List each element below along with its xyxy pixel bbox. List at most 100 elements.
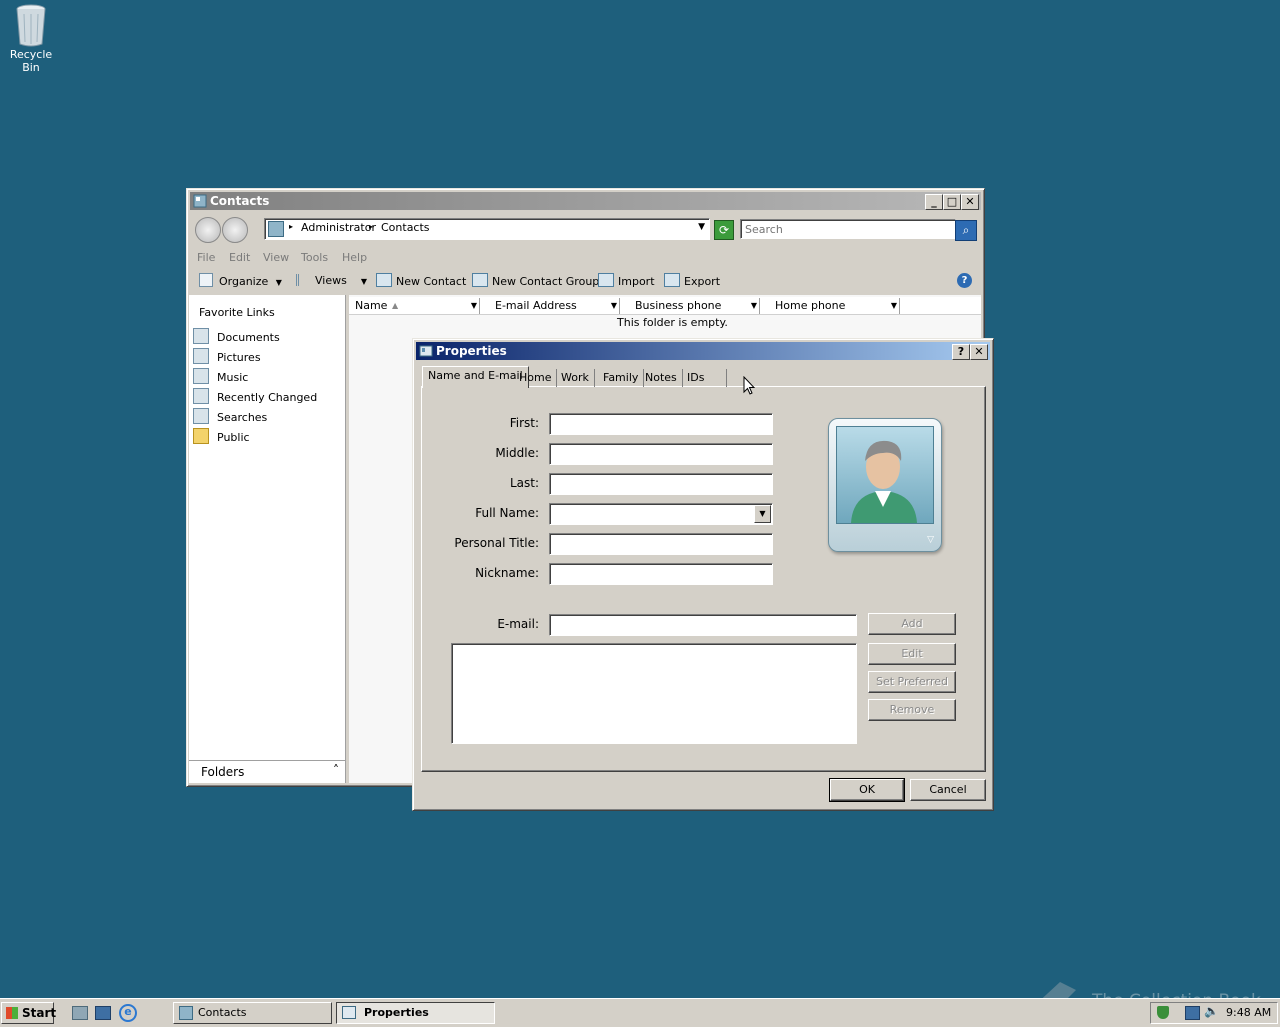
volume-icon[interactable]: 🔈 bbox=[1204, 1004, 1219, 1018]
recycle-bin-label: Recycle Bin bbox=[9, 48, 53, 74]
forward-button[interactable] bbox=[222, 217, 248, 243]
column-home-phone-dropdown-icon[interactable]: ▼ bbox=[891, 298, 897, 314]
nav-music[interactable]: Music bbox=[193, 368, 248, 384]
new-contact-group-icon bbox=[472, 273, 488, 287]
middle-name-field[interactable] bbox=[549, 443, 773, 465]
taskbar-contacts[interactable]: Contacts bbox=[173, 1002, 332, 1024]
address-bar[interactable]: ▸ Administrator ▸ Contacts ▼ bbox=[264, 218, 710, 240]
breadcrumb-separator-icon[interactable]: ▸ bbox=[289, 222, 293, 231]
organize-label: Organize bbox=[219, 275, 269, 288]
taskbar: Start e Contacts Properties 🔈 9:48 AM bbox=[0, 998, 1280, 1027]
first-name-field[interactable] bbox=[549, 413, 773, 435]
email-list[interactable] bbox=[451, 643, 857, 744]
full-name-select[interactable]: ▼ bbox=[549, 503, 773, 525]
ok-button[interactable]: OK bbox=[829, 778, 905, 802]
folders-toggle[interactable]: Folders ˄ bbox=[189, 760, 345, 783]
nav-recently-changed-label: Recently Changed bbox=[217, 391, 318, 404]
server-manager-icon[interactable] bbox=[95, 1006, 111, 1020]
music-icon bbox=[193, 368, 209, 384]
security-shield-icon[interactable] bbox=[1157, 1006, 1169, 1019]
column-business-phone-dropdown-icon[interactable]: ▼ bbox=[751, 298, 757, 314]
network-icon[interactable] bbox=[1185, 1006, 1200, 1020]
breadcrumb-contacts[interactable]: Contacts bbox=[381, 221, 430, 234]
email-field[interactable] bbox=[549, 614, 857, 636]
chevron-down-icon[interactable]: ▼ bbox=[754, 505, 771, 523]
help-icon[interactable]: ? bbox=[957, 273, 972, 288]
recycle-bin-desktop-icon[interactable]: Recycle Bin bbox=[0, 2, 62, 74]
help-button[interactable]: ? bbox=[952, 344, 970, 360]
column-home-phone-label: Home phone bbox=[775, 299, 846, 312]
menu-file[interactable]: File bbox=[197, 251, 215, 264]
tab-family[interactable]: Family bbox=[598, 369, 645, 387]
first-label: First: bbox=[509, 416, 539, 430]
column-name-dropdown-icon[interactable]: ▼ bbox=[471, 298, 477, 314]
nickname-label: Nickname: bbox=[475, 566, 539, 580]
pictures-icon bbox=[193, 348, 209, 364]
new-contact-group-button[interactable]: New Contact Group bbox=[472, 273, 599, 290]
remove-button[interactable]: Remove bbox=[868, 699, 956, 721]
menu-help[interactable]: Help bbox=[342, 251, 367, 264]
nav-documents[interactable]: Documents bbox=[193, 328, 280, 344]
properties-title-bar[interactable]: Properties ? ✕ bbox=[416, 342, 990, 360]
close-button[interactable]: ✕ bbox=[961, 194, 979, 210]
email-label: E-mail: bbox=[497, 617, 539, 631]
start-label: Start bbox=[22, 1006, 57, 1020]
nav-music-label: Music bbox=[217, 371, 249, 384]
folders-label: Folders bbox=[201, 765, 245, 779]
nickname-field[interactable] bbox=[549, 563, 773, 585]
add-button[interactable]: Add bbox=[868, 613, 956, 635]
export-icon bbox=[664, 273, 680, 287]
last-label: Last: bbox=[509, 476, 539, 490]
cancel-button[interactable]: Cancel bbox=[910, 779, 986, 801]
refresh-icon[interactable]: ⟳ bbox=[714, 220, 734, 240]
taskbar-properties[interactable]: Properties bbox=[336, 1002, 495, 1024]
breadcrumb-administrator[interactable]: Administrator bbox=[301, 221, 376, 234]
column-home-phone[interactable]: Home phone ▼ bbox=[770, 298, 900, 314]
contact-picture[interactable]: ▽ bbox=[828, 418, 942, 552]
nav-searches[interactable]: Searches bbox=[193, 408, 267, 424]
import-button[interactable]: Import bbox=[598, 273, 655, 290]
column-business-phone[interactable]: Business phone ▼ bbox=[630, 298, 760, 314]
start-button[interactable]: Start bbox=[1, 1002, 57, 1024]
edit-button[interactable]: Edit bbox=[868, 643, 956, 665]
properties-dialog-title: Properties bbox=[436, 344, 507, 358]
properties-icon bbox=[419, 344, 433, 358]
maximize-button[interactable]: □ bbox=[943, 194, 961, 210]
tab-ids[interactable]: IDs bbox=[682, 369, 728, 387]
tab-name-and-email[interactable]: Name and E-mail bbox=[422, 366, 529, 388]
personal-title-field[interactable] bbox=[549, 533, 773, 555]
menu-edit[interactable]: Edit bbox=[229, 251, 250, 264]
tab-notes[interactable]: Notes bbox=[640, 369, 683, 387]
contacts-title-bar[interactable]: Contacts _ □ ✕ bbox=[190, 192, 981, 210]
back-button[interactable] bbox=[195, 217, 221, 243]
search-input[interactable] bbox=[740, 219, 956, 239]
address-dropdown-icon[interactable]: ▼ bbox=[698, 222, 705, 232]
search-icon[interactable]: ⌕ bbox=[955, 220, 977, 241]
organize-button[interactable]: Organize ▼ bbox=[199, 273, 282, 291]
column-email-dropdown-icon[interactable]: ▼ bbox=[611, 298, 617, 314]
set-preferred-button[interactable]: Set Preferred bbox=[868, 671, 956, 693]
column-email-label: E-mail Address bbox=[495, 299, 577, 312]
column-email[interactable]: E-mail Address ▼ bbox=[490, 298, 620, 314]
views-button[interactable]: Views ▼ bbox=[296, 273, 367, 290]
menu-tools[interactable]: Tools bbox=[301, 251, 328, 264]
nav-pictures[interactable]: Pictures bbox=[193, 348, 261, 364]
nav-recently-changed[interactable]: Recently Changed bbox=[193, 388, 317, 404]
empty-folder-message: This folder is empty. bbox=[617, 316, 728, 329]
close-button[interactable]: ✕ bbox=[970, 344, 988, 360]
avatar-icon bbox=[836, 426, 934, 524]
tab-work[interactable]: Work bbox=[556, 369, 595, 387]
new-contact-button[interactable]: New Contact bbox=[376, 273, 466, 290]
chevron-down-icon[interactable]: ▽ bbox=[927, 535, 934, 545]
breadcrumb-separator-icon[interactable]: ▸ bbox=[369, 222, 373, 231]
column-name[interactable]: Name ▲ ▼ bbox=[350, 298, 480, 314]
last-name-field[interactable] bbox=[549, 473, 773, 495]
nav-public[interactable]: Public bbox=[193, 428, 250, 444]
tab-home[interactable]: Home bbox=[514, 369, 558, 387]
clock[interactable]: 9:48 AM bbox=[1226, 1006, 1271, 1019]
minimize-button[interactable]: _ bbox=[925, 194, 943, 210]
internet-explorer-icon[interactable]: e bbox=[119, 1004, 137, 1022]
menu-view[interactable]: View bbox=[263, 251, 289, 264]
export-button[interactable]: Export bbox=[664, 273, 720, 290]
show-desktop-icon[interactable] bbox=[72, 1006, 88, 1020]
